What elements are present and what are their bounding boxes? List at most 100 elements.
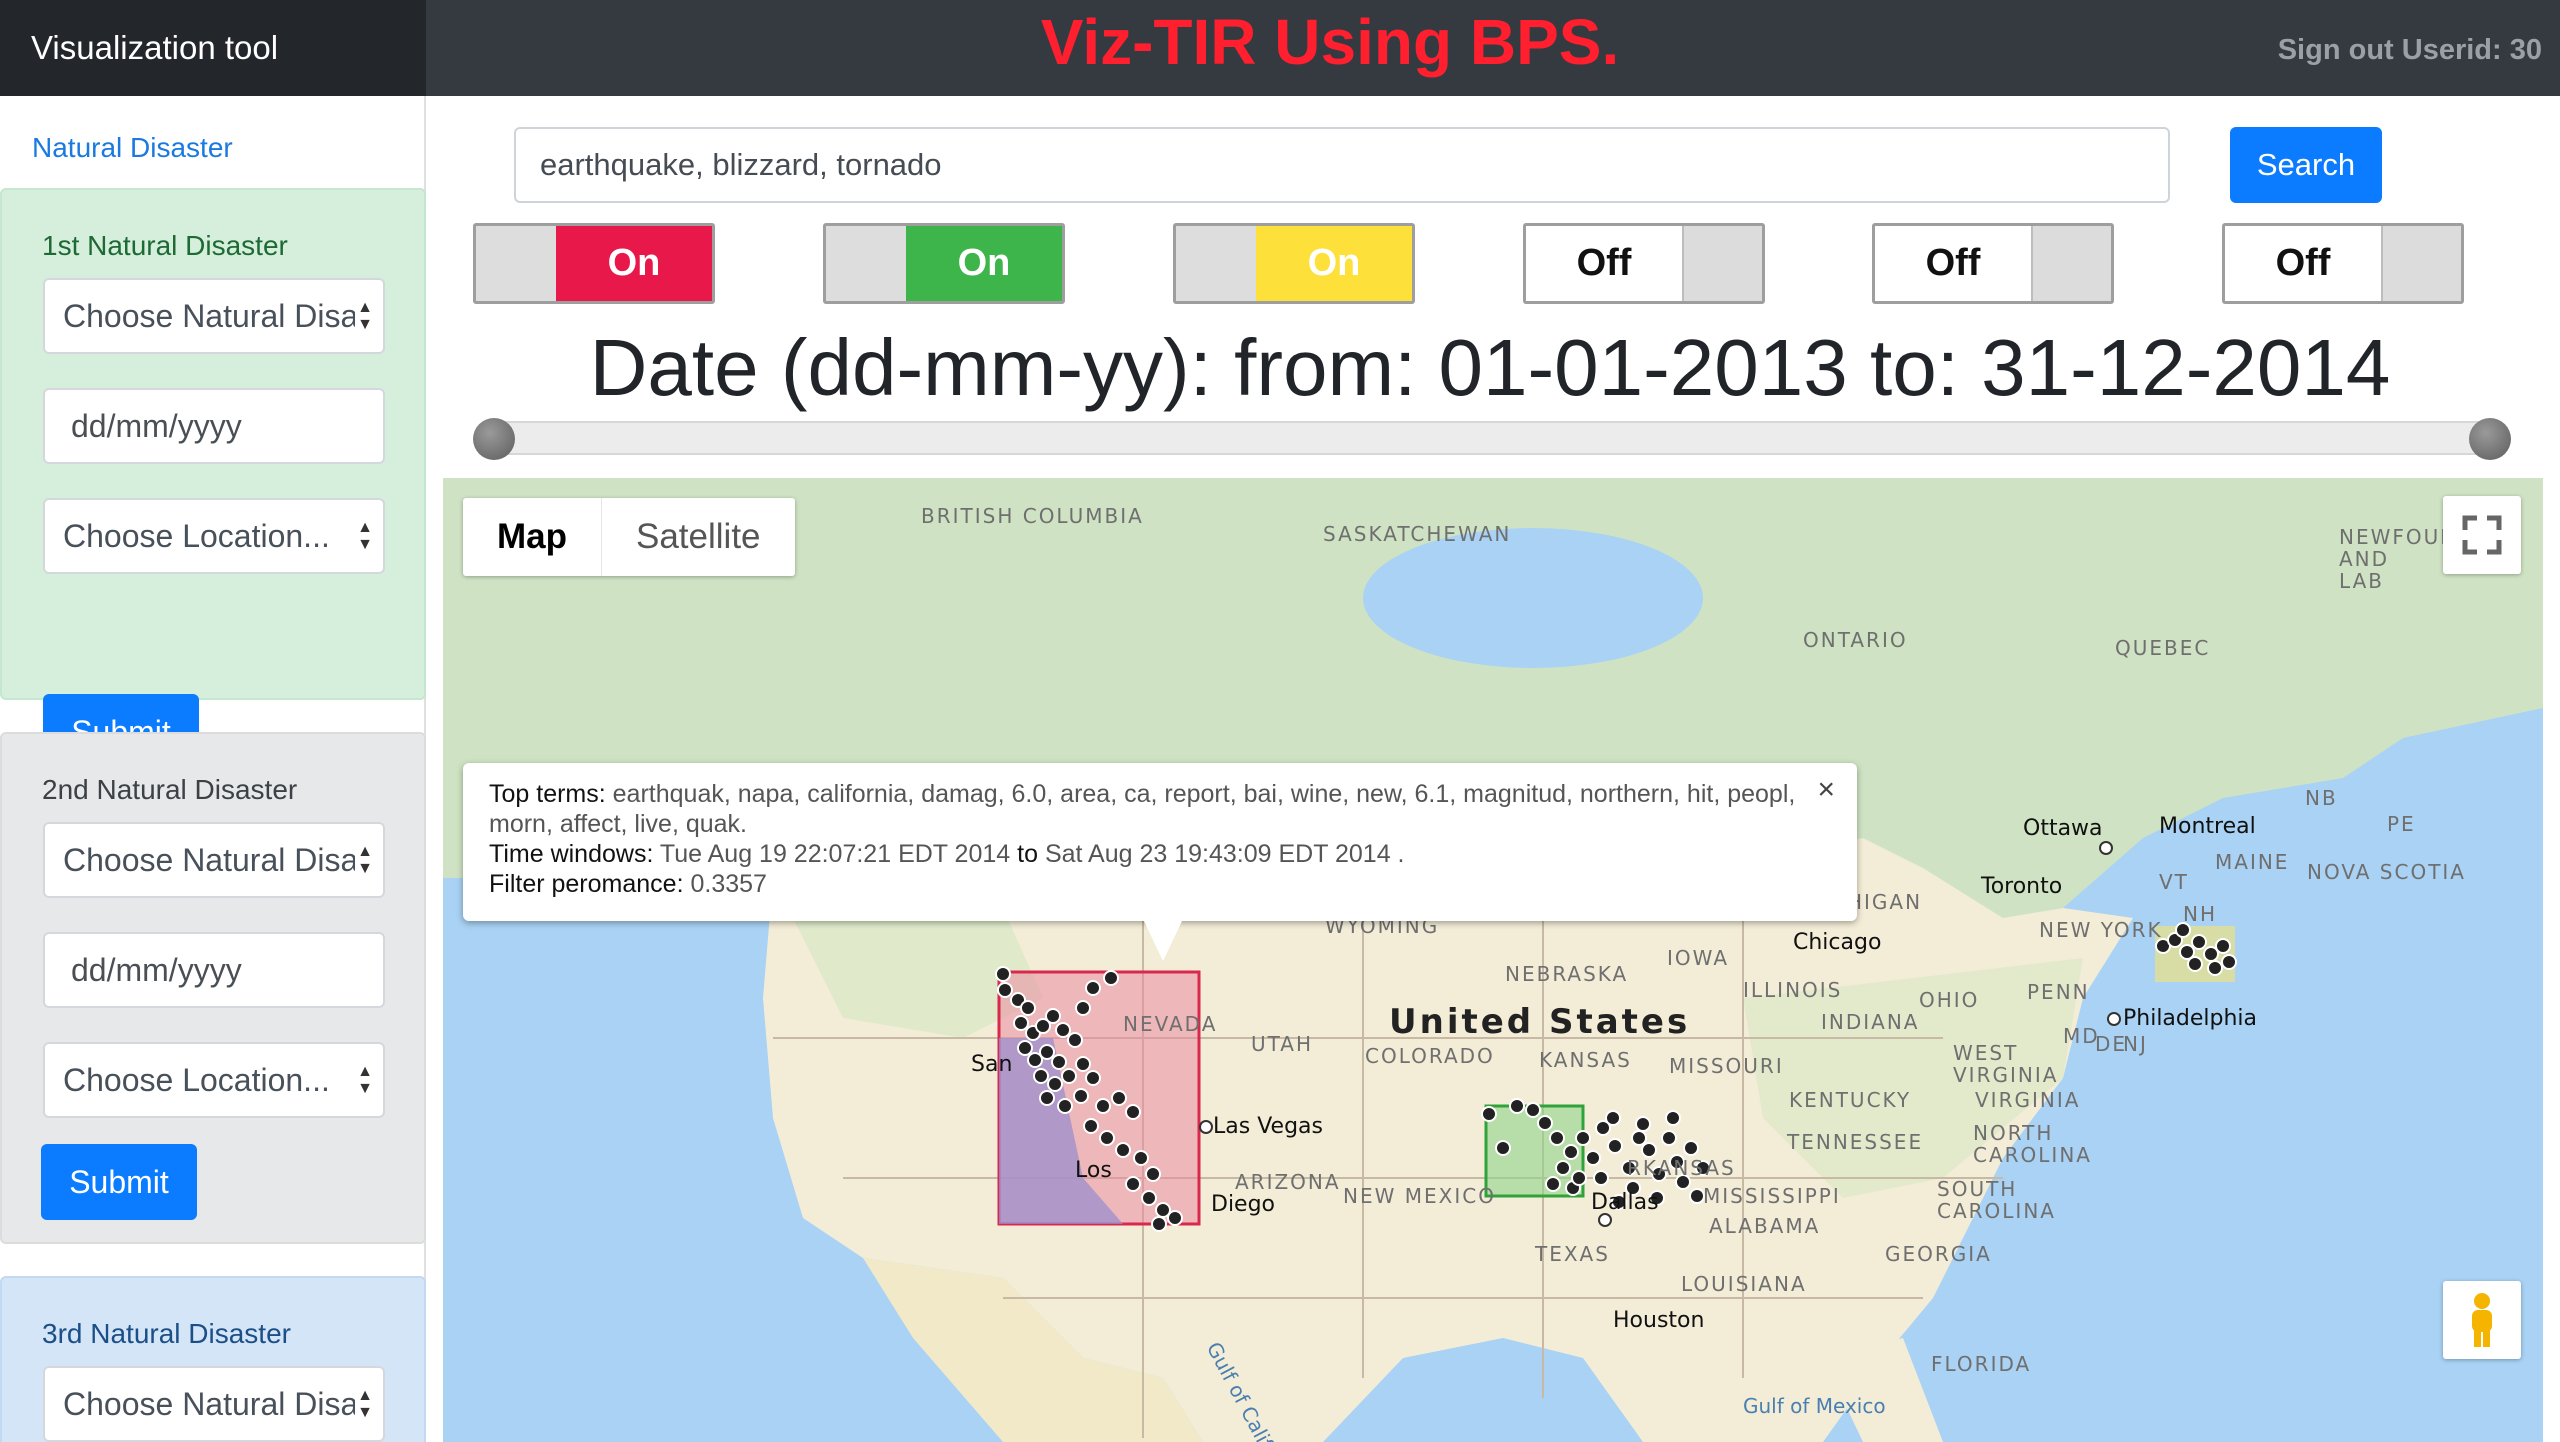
date-field[interactable]: dd/mm/yyyy: [43, 388, 385, 464]
date-slider-end-handle[interactable]: [2469, 418, 2511, 460]
map-label-city: Philadelphia: [2123, 1006, 2258, 1031]
date-slider-start-handle[interactable]: [473, 418, 515, 460]
select-arrows-icon: ▲ ▼: [355, 824, 375, 896]
toggle-knob: [2381, 226, 2461, 301]
select-arrows-icon: ▲ ▼: [355, 1044, 375, 1116]
panel-title: 1st Natural Disaster: [42, 230, 288, 261]
map-label: UTAH: [1251, 1032, 1314, 1056]
map-label: NEVADA: [1123, 1012, 1218, 1036]
select-arrows-icon: ▲ ▼: [355, 280, 375, 352]
fullscreen-button[interactable]: [2443, 496, 2521, 574]
map-label: NJ: [2123, 1032, 2148, 1056]
brand-link[interactable]: Visualization tool: [0, 0, 426, 96]
map-label: NH: [2183, 902, 2217, 926]
toggle-knob: [1682, 226, 1762, 301]
map-label: NEW YORK: [2039, 918, 2163, 942]
toggle-label: Off: [2275, 242, 2331, 284]
search-input[interactable]: earthquake, blizzard, tornado: [514, 127, 2170, 203]
street-view-pegman-button[interactable]: [2443, 1281, 2521, 1359]
info-time: Time windows: Tue Aug 19 22:07:21 EDT 20…: [489, 840, 1405, 868]
toggle-label: On: [906, 226, 1062, 301]
map-label: NB: [2305, 786, 2338, 810]
map-label-city: San: [971, 1052, 1013, 1077]
date-range-label: Date (dd-mm-yy): from: 01-01-2013 to: 31…: [589, 323, 2391, 412]
map-label: ONTARIO: [1803, 628, 1908, 652]
map-label: NOVA SCOTIA: [2307, 860, 2466, 884]
disaster-select[interactable]: Choose Natural Disa ▲ ▼: [43, 822, 385, 898]
map-label-city: Houston: [1613, 1308, 1705, 1333]
location-select[interactable]: Choose Location... ▲ ▼: [43, 1042, 385, 1118]
pegman-icon: [2472, 1293, 2492, 1347]
map-label-city: Las Vegas: [1213, 1114, 1323, 1139]
map-label-water: Gulf of Mexico: [1743, 1394, 1886, 1418]
toggle-2[interactable]: On: [823, 223, 1065, 304]
map-label: ALABAMA: [1709, 1214, 1821, 1238]
toggle-label: On: [1256, 226, 1412, 301]
map-label: VIRGINIA: [1975, 1088, 2081, 1112]
map-label: WEST VIRGINIA: [1953, 1041, 2059, 1087]
submit-button[interactable]: Submit: [41, 1144, 197, 1220]
signout-area: Sign out Userid: 30: [2278, 0, 2542, 100]
map-label: NORTH CAROLINA: [1973, 1121, 2092, 1167]
map-label: ARIZONA: [1235, 1170, 1341, 1194]
sidebar: Natural Disaster 1st Natural Disaster Ch…: [0, 96, 426, 1442]
toggle-1[interactable]: On: [473, 223, 715, 304]
map-label: PE: [2387, 812, 2416, 836]
signout-link[interactable]: Sign out: [2278, 34, 2394, 66]
map-label-city: Dallas: [1591, 1190, 1659, 1215]
info-terms: Top terms: earthquak, napa, california, …: [489, 780, 1796, 838]
toggle-3[interactable]: On: [1173, 223, 1415, 304]
userid-label: Userid: 30: [2401, 34, 2542, 66]
map-label: MISSOURI: [1669, 1054, 1784, 1078]
app-root: Visualization tool Viz-TIR Using BPS. Si…: [0, 0, 2560, 1442]
map-type-satellite-button[interactable]: Satellite: [602, 498, 795, 576]
map-label: GEORGIA: [1885, 1242, 1992, 1266]
map-label-city: Ottawa: [2023, 816, 2103, 841]
map-label-city: Montreal: [2159, 814, 2256, 839]
map-label: INDIANA: [1821, 1010, 1920, 1034]
map-label-city: Los: [1075, 1158, 1112, 1183]
date-field[interactable]: dd/mm/yyyy: [43, 932, 385, 1008]
top-navbar: Visualization tool Viz-TIR Using BPS. Si…: [0, 0, 2560, 96]
toggle-4[interactable]: Off: [1523, 223, 1765, 304]
toggle-label: Off: [1576, 242, 1632, 284]
search-button[interactable]: Search: [2230, 127, 2382, 203]
disaster-select[interactable]: Choose Natural Disa ▲ ▼: [43, 278, 385, 354]
map-label: FLORIDA: [1931, 1352, 2032, 1376]
map-label: ILLINOIS: [1743, 978, 1843, 1002]
date-slider-track[interactable]: [492, 421, 2496, 455]
map-label: LOUISIANA: [1681, 1272, 1807, 1296]
sidebar-heading[interactable]: Natural Disaster: [32, 132, 233, 164]
map-label: COLORADO: [1365, 1044, 1495, 1068]
map-type-map-button[interactable]: Map: [463, 498, 602, 576]
map-type-control: Map Satellite: [463, 498, 795, 576]
map-label: KENTUCKY: [1789, 1088, 1912, 1112]
map-label: NEWFOUN AND LAB: [2339, 525, 2458, 593]
map-label: PENN: [2027, 980, 2090, 1004]
map-label-city: Chicago: [1793, 930, 1882, 955]
disaster-select[interactable]: Choose Natural Disa ▲ ▼: [43, 1366, 385, 1442]
map-label: BRITISH COLUMBIA: [921, 504, 1144, 528]
panel-title: 3rd Natural Disaster: [42, 1318, 291, 1349]
map-view[interactable]: BRITISH COLUMBIA SASKATCHEWAN ONTARIO QU…: [443, 478, 2543, 1442]
map-label: SASKATCHEWAN: [1323, 522, 1512, 546]
map-label: TEXAS: [1535, 1242, 1610, 1266]
map-label: NEW MEXICO: [1343, 1184, 1496, 1208]
location-select[interactable]: Choose Location... ▲ ▼: [43, 498, 385, 574]
map-label: TENNESSEE: [1787, 1130, 1924, 1154]
info-filter: Filter peromance: 0.3357: [489, 870, 767, 898]
toggle-knob: [476, 226, 556, 301]
select-arrows-icon: ▲ ▼: [355, 500, 375, 572]
toggle-5[interactable]: Off: [1872, 223, 2114, 304]
map-label: KANSAS: [1539, 1048, 1632, 1072]
map-label-city: Toronto: [1981, 874, 2063, 899]
map-label-country: United States: [1389, 1002, 1691, 1042]
panel-3rd-disaster: 3rd Natural Disaster Choose Natural Disa…: [0, 1276, 426, 1442]
panel-1st-disaster: 1st Natural Disaster Choose Natural Disa…: [0, 188, 426, 770]
close-icon[interactable]: ×: [1817, 775, 1835, 805]
fullscreen-icon: [2462, 515, 2502, 555]
toggle-6[interactable]: Off: [2222, 223, 2464, 304]
map-label: NEBRASKA: [1505, 962, 1629, 986]
map-label: SOUTH CAROLINA: [1937, 1177, 2056, 1223]
toggle-label: On: [556, 226, 712, 301]
